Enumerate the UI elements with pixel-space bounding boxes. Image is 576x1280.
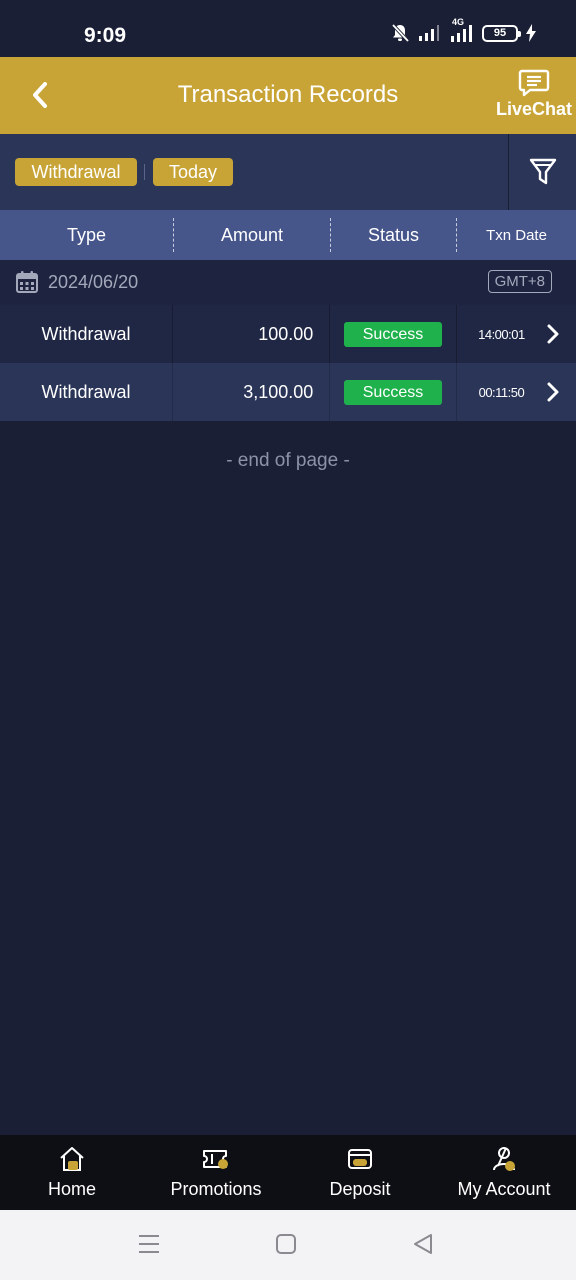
- filter-chip-date[interactable]: Today: [153, 158, 233, 186]
- network-type: 4G: [452, 17, 465, 27]
- home-icon: [60, 1147, 84, 1171]
- livechat-button[interactable]: LiveChat: [496, 69, 572, 120]
- chip-divider: [144, 164, 145, 180]
- nav-label: Deposit: [329, 1179, 391, 1199]
- status-badge: Success: [343, 321, 442, 347]
- filter-bar: Withdrawal Today: [0, 134, 576, 210]
- row-time: 00:11:50: [478, 384, 525, 400]
- end-of-page-text: - end of page -: [226, 450, 350, 471]
- row-amount: 100.00: [258, 323, 314, 344]
- system-nav-bar: [0, 1210, 576, 1280]
- chat-bubble-icon: [518, 69, 550, 97]
- nav-label: Promotions: [170, 1179, 262, 1199]
- home-system-button[interactable]: [275, 1232, 297, 1261]
- column-header-type: Type: [66, 224, 107, 245]
- livechat-label: LiveChat: [495, 99, 573, 119]
- menu-lines-icon: [139, 1235, 159, 1253]
- back-system-button[interactable]: [412, 1232, 434, 1261]
- timezone-badge: GMT+8: [487, 270, 552, 293]
- funnel-filter-icon: [529, 158, 556, 185]
- nav-item-deposit[interactable]: Deposit: [288, 1135, 432, 1210]
- column-header-status: Status: [367, 224, 420, 245]
- promotions-ticket-icon: [203, 1150, 228, 1169]
- status-bar: 9:09 4G 95: [0, 0, 576, 57]
- status-badge: Success: [343, 379, 442, 405]
- battery-level: 95: [493, 27, 507, 39]
- deposit-card-icon: [348, 1149, 372, 1169]
- row-status-cell: Success: [330, 363, 455, 421]
- filter-button[interactable]: [509, 134, 576, 210]
- triangle-back-icon: [414, 1234, 432, 1254]
- signal-icon: [418, 24, 440, 42]
- row-time: 14:00:01: [478, 326, 525, 342]
- row-chevron-cell: [546, 305, 576, 363]
- nav-item-promotions[interactable]: Promotions: [144, 1135, 288, 1210]
- group-date: 2024/06/20: [48, 272, 139, 292]
- page-title: Transaction Records: [177, 81, 399, 108]
- square-icon: [276, 1234, 296, 1254]
- row-type: Withdrawal: [41, 381, 131, 402]
- row-amount: 3,100.00: [243, 381, 314, 402]
- status-time: 9:09: [84, 24, 127, 47]
- table-row[interactable]: Withdrawal 100.00 Success 14:00:01: [0, 305, 576, 363]
- column-header-txn-date: Txn Date: [486, 226, 547, 244]
- column-header-amount: Amount: [220, 224, 284, 245]
- row-status-cell: Success: [330, 305, 455, 363]
- filter-chip-type[interactable]: Withdrawal: [15, 158, 137, 186]
- recent-apps-button[interactable]: [138, 1232, 160, 1261]
- app-header: Transaction Records LiveChat: [0, 57, 576, 134]
- nav-item-my-account[interactable]: My Account: [432, 1135, 576, 1210]
- status-icons: 4G 95: [390, 17, 536, 43]
- nav-label: My Account: [457, 1179, 551, 1199]
- charging-bolt-icon: [526, 24, 536, 42]
- row-chevron-cell: [546, 363, 576, 421]
- mute-bell-icon: [390, 23, 410, 43]
- row-type: Withdrawal: [41, 323, 131, 344]
- table-header: Type Amount Status Txn Date: [0, 210, 576, 260]
- chevron-right-icon: [547, 324, 559, 344]
- battery-icon: 95: [482, 24, 521, 42]
- account-user-icon: [493, 1147, 515, 1171]
- table-row[interactable]: Withdrawal 3,100.00 Success 00:11:50: [0, 363, 576, 421]
- bottom-nav: Home Promotions Deposit My Account: [0, 1135, 576, 1210]
- signal-4g-icon: 4G: [448, 17, 474, 43]
- nav-item-home[interactable]: Home: [0, 1135, 144, 1210]
- date-group-row: 2024/06/20 GMT+8: [0, 260, 576, 305]
- chevron-right-icon: [547, 382, 559, 402]
- transaction-list: Withdrawal 100.00 Success 14:00:01 Withd…: [0, 305, 576, 421]
- nav-label: Home: [47, 1179, 96, 1199]
- calendar-icon: [15, 270, 39, 299]
